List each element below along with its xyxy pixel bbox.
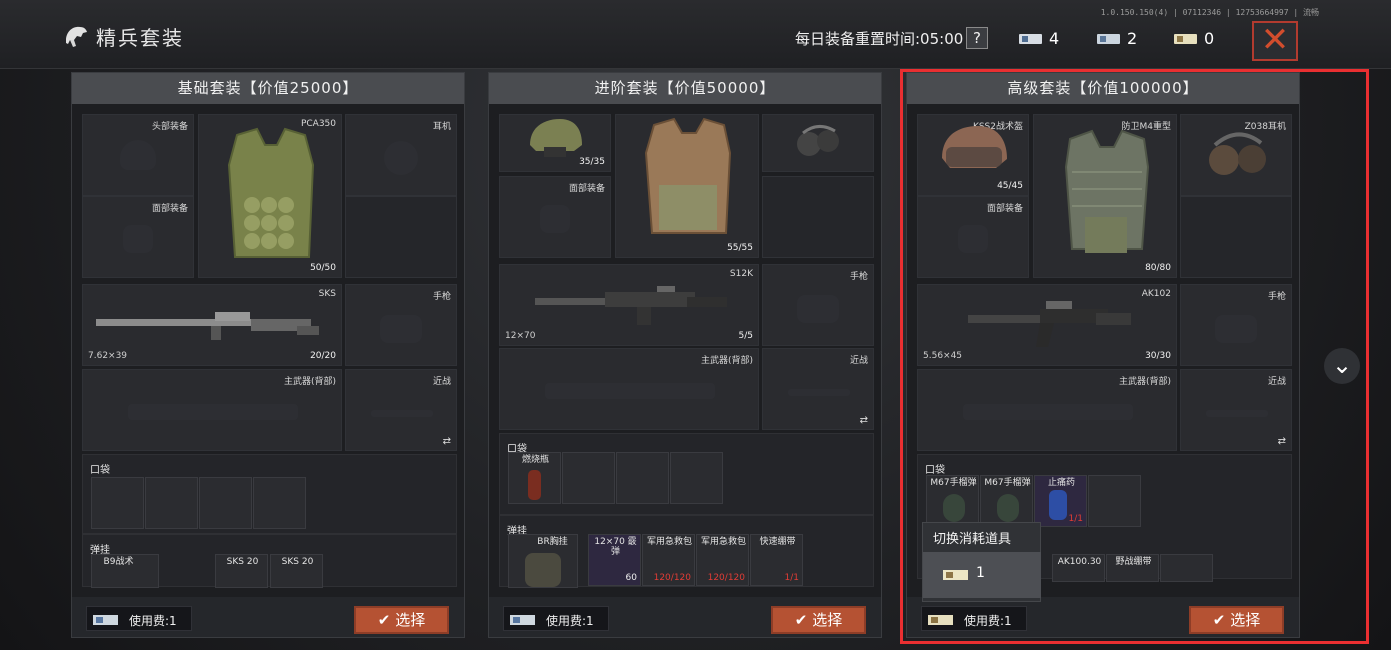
molotov-icon: [528, 470, 541, 500]
helmet-icon: [120, 140, 156, 170]
pocket-item-slot[interactable]: 燃烧瓶: [508, 452, 561, 504]
selection-highlight: [900, 69, 1369, 644]
usage-fee: 使用费:1: [503, 606, 609, 631]
pistol-slot[interactable]: 手枪: [345, 284, 457, 366]
pistol-icon: [380, 315, 422, 343]
empty-slot[interactable]: [345, 196, 457, 278]
rifle-icon: [96, 312, 319, 340]
bandage-slot[interactable]: 快速绷带 1/1: [750, 534, 803, 586]
pocket-slot[interactable]: [253, 477, 306, 529]
magazine-slot[interactable]: SKS 20: [270, 554, 323, 588]
ammo-rig-area: 弹挂 B9战术 SKS 20 SKS 20: [82, 534, 457, 588]
currency-count-3: 0: [1204, 29, 1215, 48]
helmet-icon: [530, 119, 582, 157]
knife-icon: [371, 410, 433, 417]
face-slot[interactable]: 面部装备: [82, 196, 194, 278]
chevron-down-icon[interactable]: ⌄: [1324, 348, 1360, 384]
armor-slot[interactable]: 55/55: [615, 114, 759, 258]
pocket-slot[interactable]: [199, 477, 252, 529]
pocket-slot[interactable]: [91, 477, 144, 529]
switch-icon[interactable]: ⇄: [443, 436, 451, 447]
empty-slot[interactable]: [762, 176, 874, 258]
gear-emblem-icon: [62, 22, 90, 50]
rig-slot[interactable]: B9战术: [91, 554, 159, 588]
select-button[interactable]: ✔ 选择: [771, 606, 866, 634]
earphone-icon: [384, 141, 418, 175]
currency-count-1: 4: [1049, 29, 1060, 48]
panel-title: 基础套装【价值25000】: [72, 73, 464, 104]
select-button[interactable]: ✔ 选择: [354, 606, 449, 634]
earphone-slot[interactable]: 耳机: [345, 114, 457, 196]
face-slot[interactable]: 面部装备: [499, 176, 611, 258]
check-icon: ✔: [377, 611, 391, 629]
advanced-set-panel[interactable]: 进阶套装【价值50000】 35/35 面部装备 55/55 S12K 12×7…: [488, 72, 882, 638]
chest-rig-icon: [525, 553, 561, 587]
page-title: 精兵套装: [96, 26, 184, 50]
panel-footer: 使用费:1 ✔ 选择: [489, 597, 881, 637]
pocket-slot[interactable]: [562, 452, 615, 504]
pocket-slot[interactable]: [670, 452, 723, 504]
medkit-slot[interactable]: 军用急救包 120/120: [642, 534, 695, 586]
ticket-icon: [1173, 31, 1199, 51]
backup-weapon-slot[interactable]: 主武器(背部): [82, 369, 342, 451]
panel-footer: 使用费:1 ✔ 选择: [72, 597, 464, 637]
armor-icon: [227, 127, 315, 258]
pocket-slot[interactable]: [145, 477, 198, 529]
ammo-rig-area: 弹挂 BR胸挂 12×70 霰弹 60 军用急救包 120/120 军用急救包 …: [499, 515, 874, 588]
pocket-area: 口袋: [82, 454, 457, 534]
rig-slot[interactable]: BR胸挂: [508, 534, 578, 588]
melee-slot[interactable]: 近战 ⇄: [762, 348, 874, 430]
earphone-slot[interactable]: [762, 114, 874, 172]
reset-time-text: 每日装备重置时间:05:00: [795, 30, 964, 48]
medkit-slot[interactable]: 军用急救包 120/120: [696, 534, 749, 586]
pocket-area: 口袋 燃烧瓶: [499, 433, 874, 515]
melee-slot[interactable]: 近战 ⇄: [345, 369, 457, 451]
basic-set-panel[interactable]: 基础套装【价值25000】 头部装备 面部装备 PCA350 50/50 耳机 …: [71, 72, 465, 638]
mask-icon: [123, 225, 153, 253]
pocket-slot[interactable]: [616, 452, 669, 504]
check-icon: ✔: [794, 611, 808, 629]
shotgun-icon: [535, 286, 727, 325]
pistol-slot[interactable]: 手枪: [762, 264, 874, 346]
switch-icon[interactable]: ⇄: [860, 415, 868, 426]
primary-weapon-slot[interactable]: SKS 7.62×39 20/20: [82, 284, 342, 366]
magazine-slot[interactable]: SKS 20: [215, 554, 268, 588]
pistol-icon: [797, 295, 839, 323]
version-text: 1.0.150.150(4) | 07112346 | 12753664997 …: [1100, 8, 1319, 17]
help-button[interactable]: ?: [966, 27, 988, 49]
rifle-placeholder-icon: [128, 404, 298, 420]
armor-icon: [644, 117, 732, 234]
ticket-icon: [510, 615, 535, 625]
ticket-icon: [93, 615, 118, 625]
rifle-placeholder-icon: [545, 383, 715, 399]
armor-slot[interactable]: PCA350 50/50: [198, 114, 342, 278]
earphone-icon: [797, 125, 839, 156]
currency-count-2: 2: [1127, 29, 1138, 48]
usage-fee: 使用费:1: [86, 606, 192, 631]
helmet-slot[interactable]: 35/35: [499, 114, 611, 172]
primary-weapon-slot[interactable]: S12K 12×70 5/5: [499, 264, 759, 346]
helmet-slot[interactable]: 头部装备: [82, 114, 194, 196]
backup-weapon-slot[interactable]: 主武器(背部): [499, 348, 759, 430]
ticket-icon: [1018, 31, 1044, 51]
panel-title: 进阶套装【价值50000】: [489, 73, 881, 104]
mask-icon: [540, 205, 570, 233]
ticket-icon: [1096, 31, 1122, 51]
close-button[interactable]: ✕: [1252, 21, 1298, 61]
knife-icon: [788, 389, 850, 396]
ammo-slot[interactable]: 12×70 霰弹 60: [588, 534, 641, 586]
